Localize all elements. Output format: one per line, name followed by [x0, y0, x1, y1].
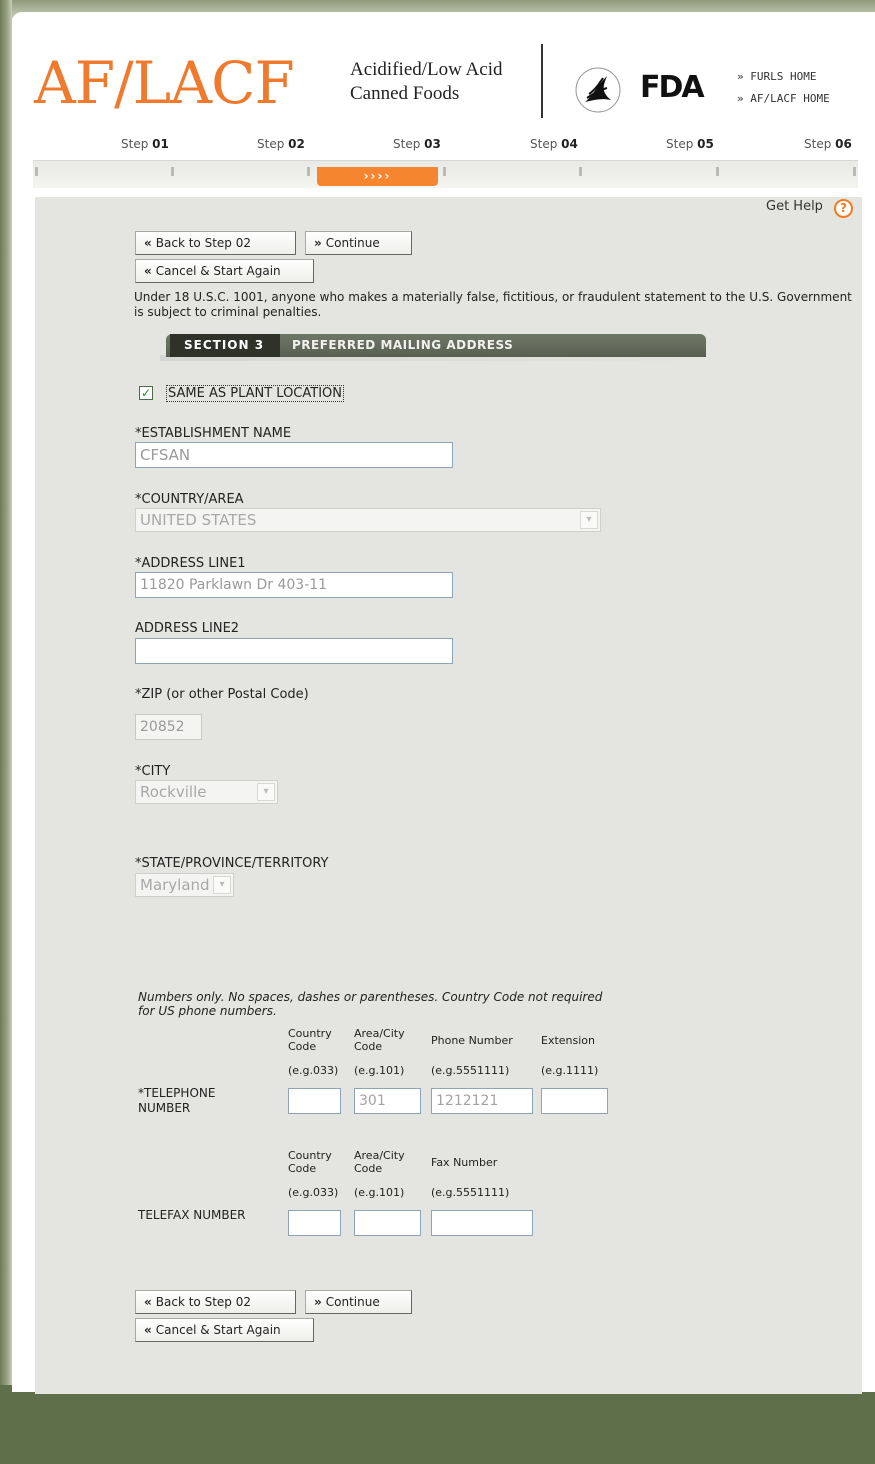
legal-notice: Under 18 U.S.C. 1001, anyone who makes a… [134, 290, 852, 319]
back-step-button-top[interactable]: «Back to Step 02 [135, 231, 296, 255]
fax-number-input[interactable] [431, 1210, 533, 1236]
country-select[interactable]: UNITED STATES ▾ [135, 508, 601, 532]
address1-label: *ADDRESS LINE1 [135, 556, 246, 571]
fax-area-code-input[interactable] [354, 1210, 421, 1236]
establishment-name-input[interactable]: CFSAN [135, 442, 453, 468]
hhs-seal-icon [575, 67, 621, 113]
fax-country-code-input[interactable] [288, 1210, 341, 1236]
step-02: Step 02 [257, 137, 305, 151]
cancel-start-again-button-top[interactable]: «Cancel & Start Again [135, 259, 314, 283]
continue-button-bottom[interactable]: » Continue [305, 1290, 412, 1314]
page-frame-left [0, 0, 12, 1464]
area-code-example: (e.g.101) [354, 1064, 405, 1077]
page-frame-bottom [0, 1385, 875, 1464]
step-04: Step 04 [530, 137, 578, 151]
phone-format-note: Numbers only. No spaces, dashes or paren… [138, 990, 603, 1018]
telephone-label: *TELEPHONE NUMBER [138, 1086, 216, 1115]
zip-label: *ZIP (or other Postal Code) [135, 687, 309, 702]
section-title: PREFERRED MAILING ADDRESS [292, 338, 514, 352]
city-label: *CITY [135, 764, 171, 779]
telephone-country-code-input[interactable] [288, 1088, 341, 1114]
phone-number-example: (e.g.5551111) [431, 1064, 510, 1077]
header-divider [541, 44, 543, 118]
phone-number-header: Phone Number [431, 1034, 513, 1047]
country-code-example: (e.g.033) [288, 1064, 339, 1077]
step-track [33, 160, 858, 188]
step-01: Step 01 [121, 137, 169, 151]
step-indicator: Step 01 Step 02 Step 03 Step 04 Step 05 … [33, 137, 861, 155]
telefax-label: TELEFAX NUMBER [138, 1208, 246, 1222]
header-links: » FURLS HOME » AF/LACF HOME [737, 66, 830, 110]
fax-area-code-header: Area/City Code [354, 1149, 405, 1175]
fax-number-header: Fax Number [431, 1156, 498, 1169]
same-as-plant-label[interactable]: SAME AS PLANT LOCATION [166, 385, 345, 402]
area-code-header: Area/City Code [354, 1027, 405, 1053]
chevron-down-icon: ▾ [257, 783, 275, 801]
address-line1-input[interactable]: 11820 Parklawn Dr 403-11 [135, 572, 453, 598]
telephone-extension-input[interactable] [541, 1088, 608, 1114]
city-select[interactable]: Rockville ▾ [135, 780, 278, 804]
establishment-label: *ESTABLISHMENT NAME [135, 426, 292, 441]
address2-label: ADDRESS LINE2 [135, 621, 240, 636]
aflacf-home-link[interactable]: » AF/LACF HOME [737, 88, 830, 110]
continue-button-top[interactable]: » Continue [305, 231, 412, 255]
get-help-link[interactable]: Get Help [766, 199, 823, 214]
telephone-area-code-input[interactable]: 301 [354, 1088, 421, 1114]
step-03: Step 03 [393, 137, 441, 151]
app-logo: AF/LACF [34, 49, 295, 117]
app-subtitle: Acidified/Low Acid Canned Foods [350, 59, 503, 104]
section-number: SECTION 3 [170, 334, 280, 357]
furls-home-link[interactable]: » FURLS HOME [737, 66, 830, 88]
step-06: Step 06 [804, 137, 852, 151]
fax-number-example: (e.g.5551111) [431, 1186, 510, 1199]
zip-input[interactable]: 20852 [135, 714, 202, 740]
state-label: *STATE/PROVINCE/TERRITORY [135, 856, 329, 871]
fax-country-code-example: (e.g.033) [288, 1186, 339, 1199]
country-code-header: Country Code [288, 1027, 332, 1053]
fda-logo: FDA [640, 70, 705, 105]
back-step-button-bottom[interactable]: «Back to Step 02 [135, 1290, 296, 1314]
same-as-plant-checkbox[interactable]: ✓ [139, 386, 153, 400]
extension-example: (e.g.1111) [541, 1064, 599, 1077]
fax-country-code-header: Country Code [288, 1149, 332, 1175]
current-step-marker: ›››› [317, 167, 438, 186]
extension-header: Extension [541, 1034, 596, 1047]
address-line2-input[interactable] [135, 638, 453, 664]
telephone-number-input[interactable]: 1212121 [431, 1088, 533, 1114]
help-icon[interactable]: ? [834, 199, 853, 218]
chevron-down-icon: ▾ [580, 511, 598, 529]
chevron-down-icon: ▾ [213, 876, 231, 894]
step-05: Step 05 [666, 137, 714, 151]
state-select[interactable]: Maryland ▾ [135, 873, 234, 897]
country-label: *COUNTRY/AREA [135, 492, 244, 507]
cancel-start-again-button-bottom[interactable]: «Cancel & Start Again [135, 1318, 314, 1342]
fax-area-code-example: (e.g.101) [354, 1186, 405, 1199]
